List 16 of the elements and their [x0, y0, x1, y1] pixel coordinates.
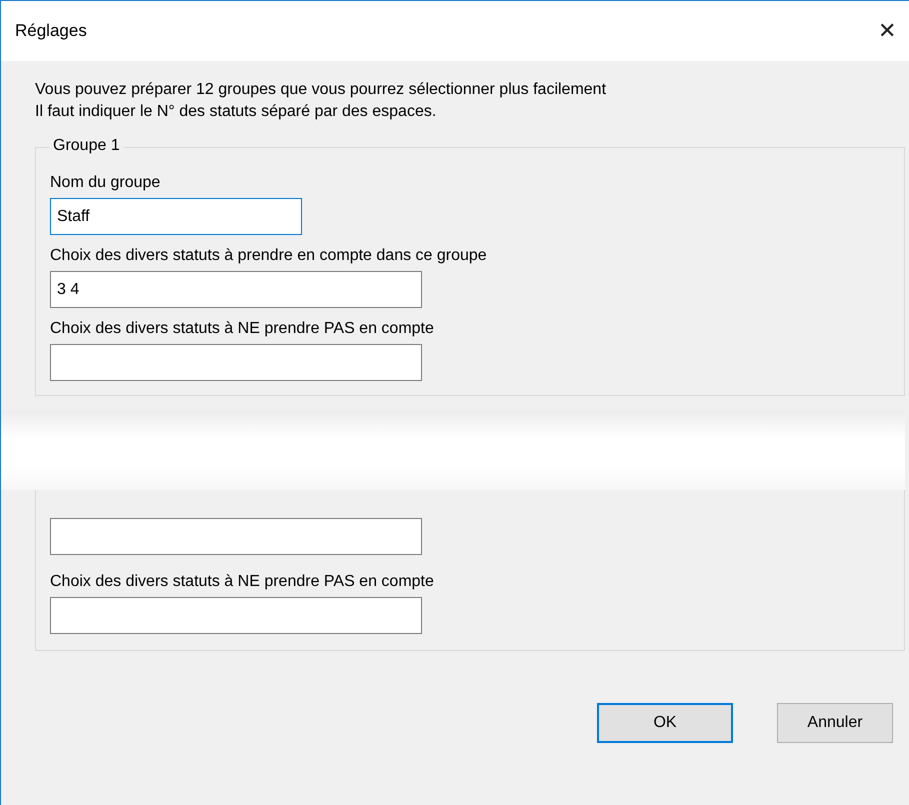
field-label: Choix des divers statuts à prendre en compte dans ce groupe — [50, 247, 487, 265]
window-title: Réglages — [15, 21, 87, 41]
text-field[interactable] — [50, 344, 422, 381]
instruction-text: Vous pouvez préparer 12 groupes que vous pourrez sélectionner plus facilement — [35, 81, 608, 99]
text-field[interactable] — [50, 597, 422, 634]
cancel-button[interactable]: Annuler — [777, 703, 893, 743]
close-button[interactable]: ✕ — [865, 9, 909, 53]
group-legend: Groupe 1 — [49, 137, 124, 155]
field-label: Nom du groupe — [50, 174, 160, 192]
field-label: Choix des divers statuts à NE prendre PAS en compte — [50, 320, 434, 338]
instruction-text: Il faut indiquer le N° des statuts séparé par des espaces. — [35, 103, 438, 121]
text-field[interactable] — [50, 518, 422, 555]
field-label: Choix des divers statuts à NE prendre PAS en compte — [50, 573, 434, 591]
text-field[interactable]: 3 4 — [50, 271, 422, 308]
text-field[interactable]: Staff — [50, 198, 302, 235]
ok-button[interactable]: OK — [597, 703, 733, 743]
